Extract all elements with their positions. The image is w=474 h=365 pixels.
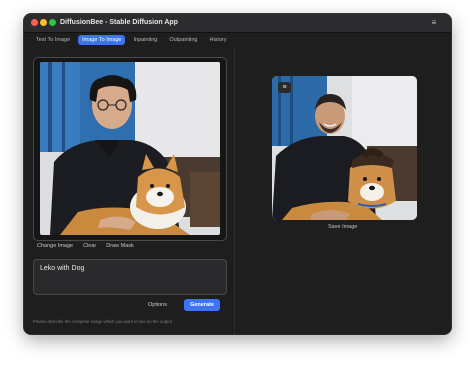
panel-divider [234,48,235,334]
output-menu-icon[interactable]: ≡ [278,82,291,93]
app-window: DiffusionBee - Stable Diffusion App ≡ Te… [24,14,451,334]
input-image [40,62,220,235]
save-image-button[interactable]: Save Image [328,223,357,231]
draw-mask-button[interactable]: Draw Mask [106,242,134,250]
tab-outpainting[interactable]: Outpainting [165,35,201,45]
minimize-window-button[interactable] [40,19,47,26]
change-image-button[interactable]: Change Image [37,242,73,250]
tab-image-to-image[interactable]: Image To Image [78,35,126,45]
generate-button[interactable]: Generate [184,299,220,311]
mode-tabs: Text To Image Image To Image Inpainting … [32,35,231,46]
window-title: DiffusionBee - Stable Diffusion App [60,19,178,26]
maximize-window-button[interactable] [49,19,56,26]
prompt-hint: Please describe the complete image which… [33,319,173,324]
tab-history[interactable]: History [205,35,230,45]
input-image-frame[interactable] [33,57,227,241]
input-image-actions: Change Image Clear Draw Mask [37,242,134,250]
output-image [272,76,417,220]
tab-text-to-image[interactable]: Text To Image [32,35,74,45]
prompt-text: Leko with Dog [40,265,85,272]
prompt-input[interactable]: Leko with Dog [33,259,227,295]
title-bar: DiffusionBee - Stable Diffusion App ≡ [24,14,451,33]
hamburger-icon[interactable]: ≡ [429,17,439,28]
clear-button[interactable]: Clear [83,242,96,250]
options-button[interactable]: Options [148,301,167,309]
tab-inpainting[interactable]: Inpainting [129,35,161,45]
close-window-button[interactable] [31,19,38,26]
